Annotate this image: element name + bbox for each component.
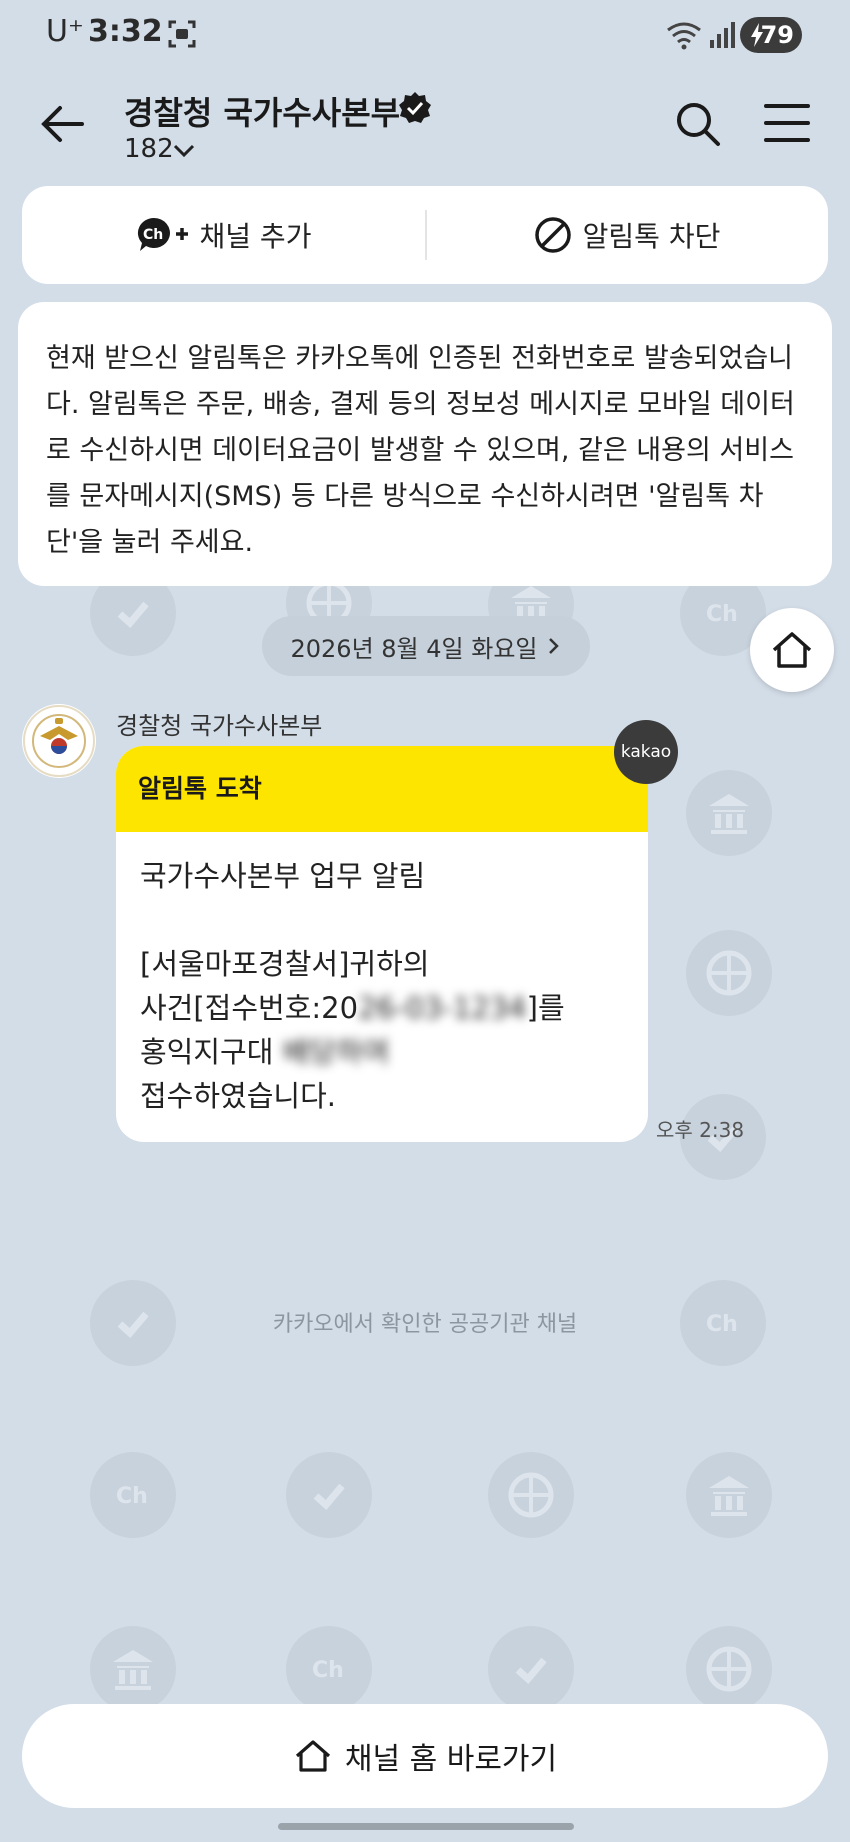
carrier-label: U⁺ bbox=[46, 14, 84, 49]
check-badge-pattern-icon bbox=[286, 1452, 372, 1538]
ch-pattern-icon: Ch bbox=[286, 1626, 372, 1712]
channel-home-fab[interactable] bbox=[750, 608, 834, 692]
date-chip[interactable]: 2026년 8월 4일 화요일 bbox=[262, 616, 590, 676]
globe-pattern-icon bbox=[686, 1626, 772, 1712]
signal-icon bbox=[710, 22, 735, 48]
message-line: 사건[접수번호:2026-03-1234]를 bbox=[140, 991, 565, 1025]
add-channel-button[interactable]: Ch 채널 추가 bbox=[22, 186, 425, 284]
clock: 3:32 bbox=[88, 14, 163, 49]
add-channel-label: 채널 추가 bbox=[199, 220, 312, 253]
verified-badge-icon bbox=[399, 92, 431, 123]
ch-plus-icon: Ch bbox=[137, 217, 188, 251]
svg-text:Ch: Ch bbox=[116, 1484, 148, 1509]
bank-pattern-icon bbox=[686, 1452, 772, 1538]
message-line: [서울마포경찰서]귀하의 bbox=[140, 947, 430, 981]
globe-pattern-icon bbox=[488, 1452, 574, 1538]
message-line: 접수하였습니다. bbox=[140, 1079, 336, 1113]
ch-pattern-icon: Ch bbox=[90, 1452, 176, 1538]
search-icon[interactable] bbox=[674, 100, 722, 148]
block-alimtalk-label: 알림톡 차단 bbox=[582, 220, 721, 253]
battery-level: 79 bbox=[760, 21, 794, 49]
battery-indicator: 79 bbox=[740, 17, 802, 53]
member-count[interactable]: 182 bbox=[124, 134, 174, 164]
back-arrow-icon[interactable] bbox=[38, 100, 86, 148]
gesture-bar[interactable] bbox=[278, 1823, 574, 1830]
alimtalk-notice: 현재 받으신 알림톡은 카카오톡에 인증된 전화번호로 발송되었습니다. 알림톡… bbox=[18, 302, 832, 586]
police-emblem-icon bbox=[23, 705, 95, 777]
sender-name: 경찰청 국가수사본부 bbox=[116, 712, 323, 740]
channel-home-label: 채널 홈 바로가기 bbox=[344, 1742, 558, 1777]
home-icon bbox=[295, 1740, 330, 1772]
channel-action-bar: Ch 채널 추가 알림톡 차단 bbox=[22, 186, 828, 284]
globe-pattern-icon bbox=[686, 930, 772, 1016]
chevron-right-icon bbox=[549, 638, 560, 654]
bank-pattern-icon bbox=[90, 1626, 176, 1712]
screenshot-icon bbox=[168, 20, 196, 48]
channel-home-button[interactable]: 채널 홈 바로가기 bbox=[22, 1704, 828, 1808]
block-alimtalk-button[interactable]: 알림톡 차단 bbox=[425, 186, 828, 284]
svg-text:Ch: Ch bbox=[143, 227, 163, 243]
redacted-text: 배당하여 bbox=[282, 1035, 390, 1069]
message-header: 알림톡 도착 bbox=[116, 746, 648, 832]
verified-channel-note: 카카오에서 확인한 공공기관 채널 bbox=[272, 1312, 578, 1337]
svg-text:Ch: Ch bbox=[706, 602, 738, 627]
menu-icon[interactable] bbox=[764, 102, 810, 144]
alimtalk-message-bubble[interactable]: 알림톡 도착 국가수사본부 업무 알림 [서울마포경찰서]귀하의 사건[접수번호… bbox=[116, 746, 648, 1142]
chat-header: 경찰청 국가수사본부 182 bbox=[0, 70, 850, 188]
bank-pattern-icon bbox=[686, 770, 772, 856]
wifi-icon bbox=[667, 22, 701, 50]
block-icon bbox=[534, 217, 571, 253]
kakao-badge: kakao bbox=[614, 720, 678, 784]
avatar[interactable] bbox=[22, 704, 96, 778]
charging-icon bbox=[751, 23, 763, 47]
chevron-down-icon[interactable] bbox=[172, 142, 196, 160]
message-time: 오후 2:38 bbox=[656, 1118, 745, 1142]
status-bar: U⁺ 3:32 79 bbox=[0, 0, 850, 70]
message-line: 홍익지구대 배당하여 bbox=[140, 1035, 390, 1069]
redacted-text: 26-03-1234 bbox=[358, 991, 527, 1025]
home-icon bbox=[772, 632, 812, 668]
message-line: 국가수사본부 업무 알림 bbox=[140, 859, 426, 893]
message-body: 국가수사본부 업무 알림 [서울마포경찰서]귀하의 사건[접수번호:2026-0… bbox=[116, 832, 648, 1118]
channel-title: 경찰청 국가수사본부 bbox=[124, 94, 401, 132]
date-label: 2026년 8월 4일 화요일 bbox=[290, 634, 538, 663]
svg-text:Ch: Ch bbox=[312, 1658, 344, 1683]
check-badge-pattern-icon bbox=[488, 1626, 574, 1712]
